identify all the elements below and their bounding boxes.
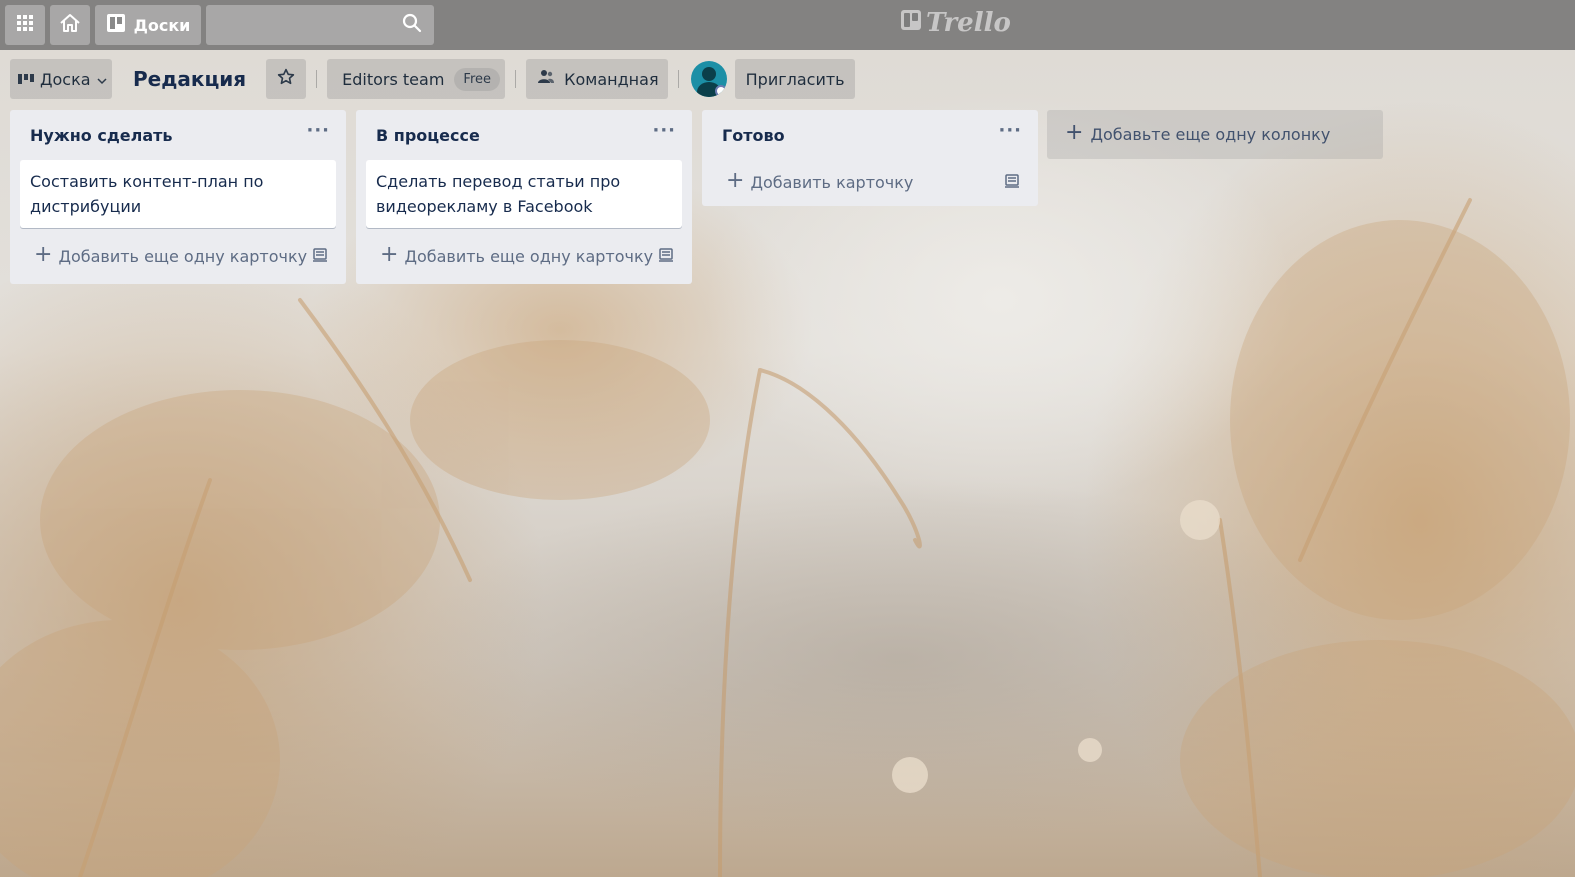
card-title: Сделать перевод статьи про видеорекламу … bbox=[376, 172, 621, 216]
board-header: Доска Редакция Editors team Free Командн… bbox=[10, 59, 1570, 99]
add-card-button[interactable]: + Добавить еще одну карточку bbox=[380, 241, 654, 267]
trello-logo-icon bbox=[900, 8, 922, 38]
add-list-button[interactable]: + Добавьте еще одну колонку bbox=[1047, 110, 1383, 159]
home-icon bbox=[59, 13, 81, 37]
card-title: Составить контент-план по дистрибуции bbox=[30, 172, 264, 216]
search-input[interactable] bbox=[206, 5, 434, 45]
team-button[interactable]: Editors team Free bbox=[327, 59, 506, 99]
list-title[interactable]: Нужно сделать bbox=[30, 126, 173, 145]
list-header[interactable]: Готово ··· bbox=[712, 110, 1028, 160]
template-card-icon[interactable] bbox=[312, 247, 328, 266]
plus-icon: + bbox=[1065, 120, 1084, 145]
list-header[interactable]: В процессе ··· bbox=[366, 110, 682, 160]
list-header[interactable]: Нужно сделать ··· bbox=[20, 110, 336, 160]
add-card-label: Добавить еще одну карточку bbox=[58, 246, 308, 266]
invite-label: Пригласить bbox=[745, 69, 845, 89]
star-icon bbox=[277, 68, 295, 90]
add-card-button[interactable]: + Добавить еще одну карточку bbox=[34, 241, 308, 267]
add-card-label: Добавить карточку bbox=[750, 172, 914, 192]
divider bbox=[678, 70, 680, 88]
admin-badge-icon bbox=[715, 85, 728, 97]
board-icon bbox=[106, 13, 126, 37]
add-card-row: + Добавить еще одну карточку bbox=[20, 228, 336, 284]
board-view-switcher[interactable]: Доска bbox=[10, 59, 112, 99]
list-title[interactable]: В процессе bbox=[376, 126, 480, 145]
template-card-icon[interactable] bbox=[1004, 173, 1020, 192]
grid-icon bbox=[16, 14, 34, 36]
top-nav-bar: Доски Trello bbox=[0, 0, 1575, 50]
plus-icon: + bbox=[380, 241, 399, 267]
add-card-label: Добавить еще одну карточку bbox=[404, 246, 654, 266]
visibility-button[interactable]: Командная bbox=[526, 59, 669, 99]
chevron-down-icon bbox=[97, 70, 107, 89]
more-icon[interactable]: ··· bbox=[306, 122, 330, 148]
more-icon[interactable]: ··· bbox=[652, 122, 676, 148]
list-done: Готово ··· + Добавить карточку bbox=[702, 110, 1038, 206]
avatar-head bbox=[702, 67, 717, 81]
plus-icon: + bbox=[34, 241, 53, 267]
list-card[interactable]: Составить контент-план по дистрибуции bbox=[20, 160, 336, 228]
board-title[interactable]: Редакция bbox=[112, 67, 266, 91]
team-name: Editors team bbox=[342, 69, 445, 89]
member-avatar[interactable] bbox=[691, 61, 728, 97]
add-list-label: Добавьте еще одну колонку bbox=[1090, 125, 1331, 144]
template-card-icon[interactable] bbox=[658, 247, 674, 266]
boards-button[interactable]: Доски bbox=[95, 5, 201, 45]
list-in-progress: В процессе ··· Сделать перевод статьи пр… bbox=[356, 110, 692, 284]
search-box[interactable] bbox=[206, 5, 434, 45]
trello-logo[interactable]: Trello bbox=[900, 8, 1011, 38]
apps-menu-button[interactable] bbox=[5, 5, 45, 45]
more-icon[interactable]: ··· bbox=[998, 122, 1022, 148]
board-view-icon bbox=[18, 70, 34, 89]
invite-button[interactable]: Пригласить bbox=[735, 59, 856, 99]
board-view-label: Доска bbox=[40, 69, 91, 89]
plan-badge: Free bbox=[454, 67, 500, 91]
trello-logo-text: Trello bbox=[926, 8, 1011, 38]
search-icon bbox=[402, 13, 422, 37]
add-card-row: + Добавить карточку bbox=[712, 160, 1028, 206]
list-todo: Нужно сделать ··· Составить контент-план… bbox=[10, 110, 346, 284]
visibility-label: Командная bbox=[564, 69, 659, 89]
add-card-row: + Добавить еще одну карточку bbox=[366, 228, 682, 284]
plus-icon: + bbox=[726, 167, 745, 193]
star-board-button[interactable] bbox=[266, 59, 307, 99]
list-title[interactable]: Готово bbox=[722, 126, 785, 145]
boards-label: Доски bbox=[133, 15, 191, 35]
divider bbox=[515, 70, 517, 88]
team-visibility-icon bbox=[537, 69, 555, 89]
list-card[interactable]: Сделать перевод статьи про видеорекламу … bbox=[366, 160, 682, 228]
add-card-button[interactable]: + Добавить карточку bbox=[726, 167, 914, 193]
home-button[interactable] bbox=[50, 5, 90, 45]
divider bbox=[316, 70, 318, 88]
